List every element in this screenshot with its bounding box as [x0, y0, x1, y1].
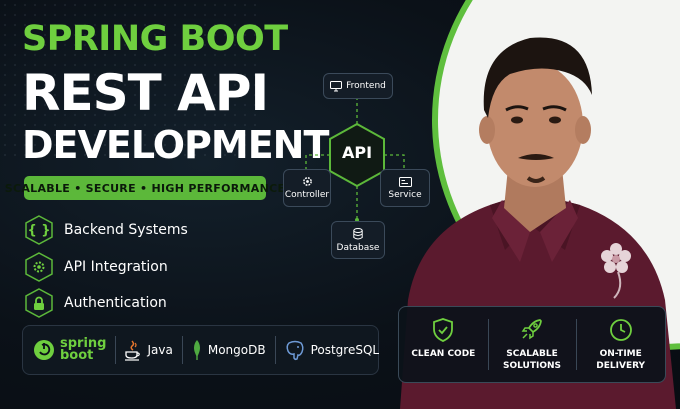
benefits-panel: CLEAN CODE SCALABLE SOLUTIONS ON-TIME DE…: [398, 306, 666, 383]
server-icon: [398, 176, 412, 187]
node-database: Database: [331, 221, 385, 259]
node-service: Service: [380, 169, 430, 207]
node-label: Service: [388, 189, 422, 200]
benefit-scalable-solutions: SCALABLE SOLUTIONS: [487, 307, 577, 382]
database-icon: [353, 227, 363, 239]
benefit-clean-code: CLEAN CODE: [399, 307, 488, 382]
rocket-icon: [521, 319, 542, 340]
node-label: Controller: [284, 190, 330, 200]
benefit-label: SCALABLE SOLUTIONS: [503, 349, 562, 371]
api-center-label: API: [341, 143, 373, 162]
node-label: Frontend: [346, 81, 386, 91]
node-label: Database: [336, 242, 380, 253]
clock-icon: [609, 319, 632, 341]
benefit-on-time-delivery: ON-TIME DELIVERY: [576, 307, 665, 382]
monitor-icon: [330, 80, 343, 91]
node-controller: Controller: [283, 169, 331, 207]
benefit-label: ON-TIME DELIVERY: [596, 349, 646, 371]
benefit-label: CLEAN CODE: [411, 349, 476, 359]
node-frontend: Frontend: [323, 73, 393, 99]
shield-check-icon: [433, 318, 454, 342]
banner: SPRING BOOT REST API DEVELOPMENT SCALABL…: [0, 0, 680, 409]
gear-icon: [302, 177, 312, 186]
